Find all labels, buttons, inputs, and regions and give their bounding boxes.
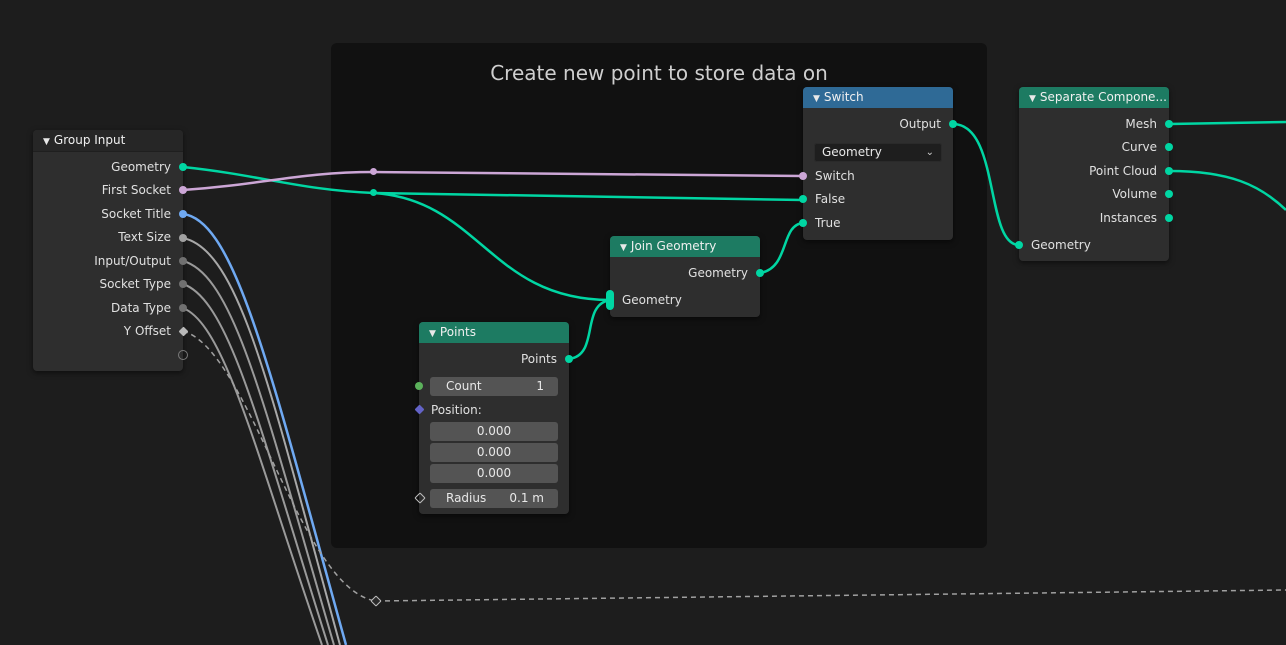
group-input-output-input-output: Input/Output bbox=[94, 254, 171, 268]
count-value: 1 bbox=[536, 379, 544, 393]
socket-join-output[interactable] bbox=[756, 269, 764, 277]
socket-points-count[interactable] bbox=[415, 382, 423, 390]
join-geometry-input-label: Geometry bbox=[622, 293, 682, 307]
link-mesh-out[interactable] bbox=[1168, 120, 1286, 126]
join-geometry-header[interactable]: ▼ Join Geometry bbox=[610, 236, 760, 257]
reroute-geometry[interactable] bbox=[370, 189, 377, 196]
socket-switch-output[interactable] bbox=[949, 120, 957, 128]
position-y-field[interactable]: 0.000 bbox=[430, 443, 558, 462]
radius-value: 0.1 m bbox=[509, 491, 544, 505]
frame-label: Create new point to store data on bbox=[490, 61, 828, 85]
points-header[interactable]: ▼ Points bbox=[419, 322, 569, 343]
group-input-output-geometry: Geometry bbox=[111, 160, 171, 174]
separate-components-node[interactable]: ▼ Separate Compone... Mesh Curve Point Cl… bbox=[1019, 87, 1169, 261]
socket-switch-true[interactable] bbox=[799, 219, 807, 227]
socket-points-output[interactable] bbox=[565, 355, 573, 363]
link-socket-title-down[interactable] bbox=[182, 212, 348, 645]
socket-switch-switch[interactable] bbox=[799, 172, 807, 180]
switch-input-false: False bbox=[815, 192, 846, 206]
switch-output-label: Output bbox=[899, 117, 941, 131]
socket-group-data-type[interactable] bbox=[179, 304, 187, 312]
count-field[interactable]: Count 1 bbox=[430, 377, 558, 396]
points-output-label: Points bbox=[520, 352, 557, 366]
position-label: Position: bbox=[431, 403, 482, 417]
separate-components-title: Separate Compone... bbox=[1039, 90, 1167, 104]
socket-group-socket-title[interactable] bbox=[179, 210, 187, 218]
points-node[interactable]: ▼ Points Points Count 1 Position: 0.000 0… bbox=[419, 322, 569, 514]
separate-output-volume: Volume bbox=[1112, 187, 1157, 201]
switch-type-value: Geometry bbox=[822, 145, 882, 159]
socket-group-input-output[interactable] bbox=[179, 257, 187, 265]
socket-separate-curve[interactable] bbox=[1165, 143, 1173, 151]
switch-header[interactable]: ▼ Switch bbox=[803, 87, 953, 108]
chevron-down-icon[interactable]: ▼ bbox=[429, 324, 436, 343]
switch-node[interactable]: ▼ Switch Output Geometry ⌄ Switch False T… bbox=[803, 87, 953, 240]
switch-input-true: True bbox=[815, 216, 841, 230]
link-reroute-y-offset-out[interactable] bbox=[375, 589, 1286, 602]
count-label: Count bbox=[446, 379, 482, 393]
link-input-output-down[interactable] bbox=[182, 260, 335, 645]
group-input-output-text-size: Text Size bbox=[118, 230, 171, 244]
separate-output-point-cloud: Point Cloud bbox=[1089, 164, 1157, 178]
group-input-output-first-socket: First Socket bbox=[101, 183, 171, 197]
socket-switch-false[interactable] bbox=[799, 195, 807, 203]
reroute-y-offset[interactable] bbox=[370, 595, 382, 607]
position-y-value: 0.000 bbox=[476, 445, 512, 459]
socket-separate-point-cloud[interactable] bbox=[1165, 167, 1173, 175]
socket-join-input[interactable] bbox=[606, 290, 614, 310]
separate-output-curve: Curve bbox=[1121, 140, 1157, 154]
separate-components-header[interactable]: ▼ Separate Compone... bbox=[1019, 87, 1169, 108]
socket-separate-instances[interactable] bbox=[1165, 214, 1173, 222]
chevron-down-icon[interactable]: ▼ bbox=[1029, 89, 1036, 108]
socket-separate-volume[interactable] bbox=[1165, 190, 1173, 198]
group-input-output-y-offset: Y Offset bbox=[123, 324, 171, 338]
position-x-field[interactable]: 0.000 bbox=[430, 422, 558, 441]
group-input-output-socket-type: Socket Type bbox=[99, 277, 171, 291]
socket-group-geometry[interactable] bbox=[179, 163, 187, 171]
group-input-output-socket-title: Socket Title bbox=[101, 207, 171, 221]
chevron-down-icon[interactable]: ▼ bbox=[620, 238, 627, 257]
link-data-type-down[interactable] bbox=[182, 307, 323, 645]
group-input-header[interactable]: ▼ Group Input bbox=[33, 130, 183, 152]
group-input-output-data-type: Data Type bbox=[110, 301, 171, 315]
link-point-cloud-out[interactable] bbox=[1168, 169, 1286, 211]
reroute-boolean[interactable] bbox=[370, 168, 377, 175]
points-title: Points bbox=[439, 325, 476, 339]
switch-input-switch: Switch bbox=[815, 169, 855, 183]
group-input-title: Group Input bbox=[53, 133, 126, 147]
link-text-size-down[interactable] bbox=[182, 237, 341, 645]
socket-separate-mesh[interactable] bbox=[1165, 120, 1173, 128]
socket-group-extend[interactable] bbox=[178, 350, 188, 360]
radius-field[interactable]: Radius 0.1 m bbox=[430, 489, 558, 508]
position-x-value: 0.000 bbox=[476, 424, 512, 438]
separate-output-instances: Instances bbox=[1099, 211, 1157, 225]
position-z-value: 0.000 bbox=[476, 466, 512, 480]
socket-group-socket-type[interactable] bbox=[179, 280, 187, 288]
join-geometry-output-label: Geometry bbox=[688, 266, 748, 280]
switch-title: Switch bbox=[823, 90, 864, 104]
separate-input-geometry: Geometry bbox=[1031, 238, 1091, 252]
join-geometry-node[interactable]: ▼ Join Geometry Geometry Geometry bbox=[610, 236, 760, 317]
radius-label: Radius bbox=[446, 491, 487, 505]
socket-group-text-size[interactable] bbox=[179, 234, 187, 242]
socket-group-first-socket[interactable] bbox=[179, 186, 187, 194]
link-socket-type-down[interactable] bbox=[182, 283, 329, 645]
separate-output-mesh: Mesh bbox=[1125, 117, 1157, 131]
chevron-down-icon[interactable]: ▼ bbox=[813, 89, 820, 108]
chevron-down-icon[interactable]: ▼ bbox=[43, 132, 50, 151]
switch-type-dropdown[interactable]: Geometry ⌄ bbox=[814, 143, 942, 162]
socket-separate-input-geometry[interactable] bbox=[1015, 241, 1023, 249]
group-input-node[interactable]: ▼ Group Input Geometry First Socket Socke… bbox=[33, 130, 183, 371]
chevron-down-icon: ⌄ bbox=[925, 147, 934, 158]
position-z-field[interactable]: 0.000 bbox=[430, 464, 558, 483]
join-geometry-title: Join Geometry bbox=[630, 239, 717, 253]
